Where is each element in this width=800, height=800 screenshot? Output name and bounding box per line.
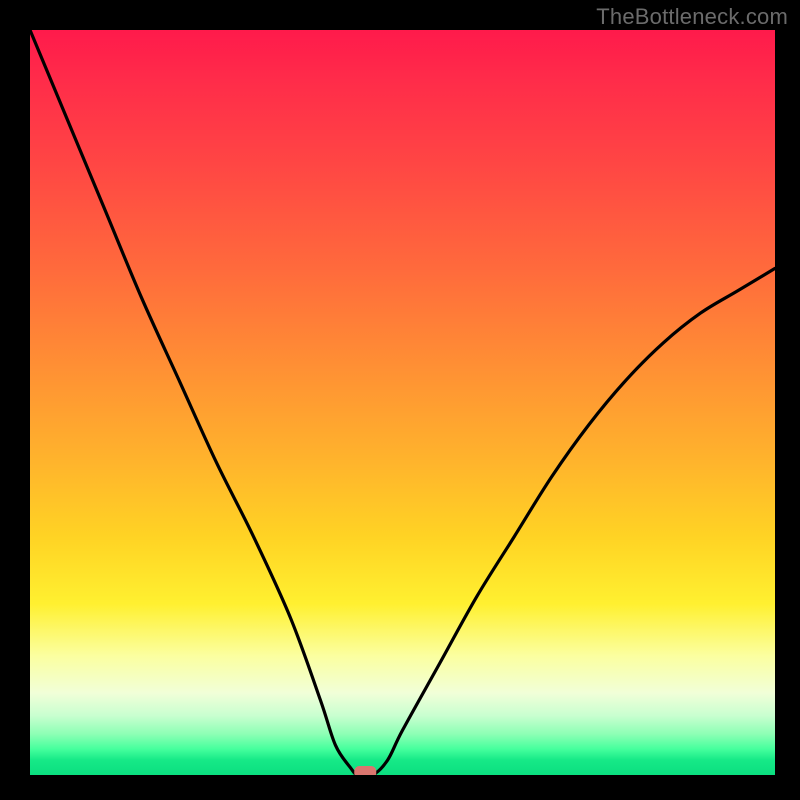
chart-frame: TheBottleneck.com xyxy=(0,0,800,800)
watermark-text: TheBottleneck.com xyxy=(596,4,788,30)
bottleneck-curve xyxy=(30,30,775,775)
plot-area xyxy=(30,30,775,775)
optimum-marker xyxy=(354,766,376,775)
bottleneck-curve-layer xyxy=(30,30,775,775)
